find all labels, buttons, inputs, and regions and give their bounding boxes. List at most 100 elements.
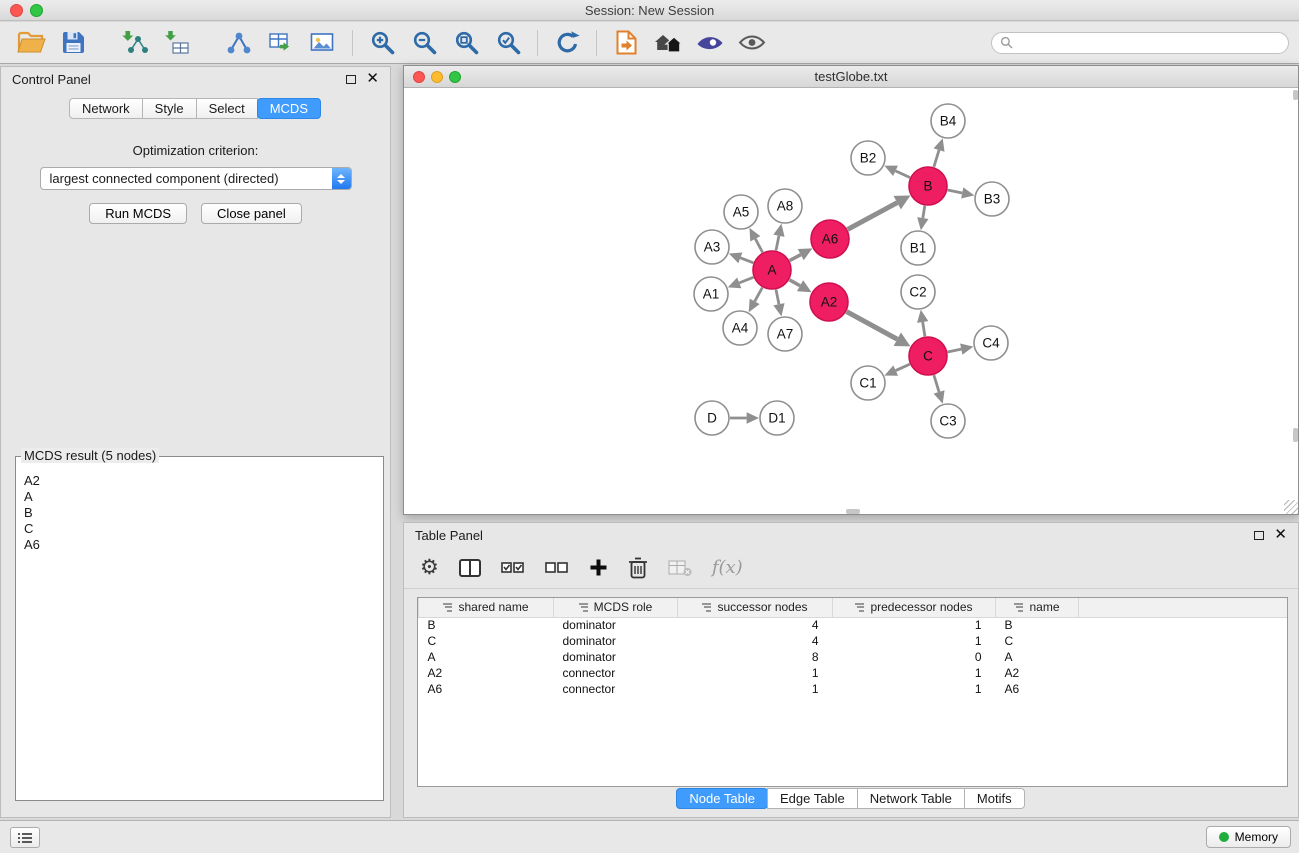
window-resize-grip[interactable] — [1284, 500, 1298, 514]
edge-A-A6[interactable] — [790, 255, 801, 261]
cell-successor-nodes[interactable]: 1 — [678, 665, 833, 681]
float-table-panel-icon[interactable] — [1254, 531, 1264, 540]
graph-node-C4[interactable]: C4 — [974, 326, 1008, 360]
network-minimize-button[interactable] — [431, 71, 443, 83]
cell-mcds-role[interactable]: connector — [554, 665, 678, 681]
graph-node-A1[interactable]: A1 — [694, 277, 728, 311]
edge-A6-B[interactable] — [848, 203, 898, 230]
tab-mcds[interactable]: MCDS — [257, 98, 321, 119]
cell-name[interactable]: B — [996, 617, 1079, 633]
cell-shared-name[interactable]: A2 — [419, 665, 554, 681]
cell-shared-name[interactable]: B — [419, 617, 554, 633]
memory-button[interactable]: Memory — [1206, 826, 1291, 848]
edge-A-A5[interactable] — [755, 239, 762, 253]
edge-B-B4[interactable] — [934, 150, 939, 167]
open-session-button[interactable] — [10, 25, 52, 61]
table-row[interactable]: A6connector11A6 — [419, 681, 1288, 697]
tab-network[interactable]: Network — [69, 98, 143, 119]
graph-node-B1[interactable]: B1 — [901, 231, 935, 265]
graph-node-A8[interactable]: A8 — [768, 189, 802, 223]
table-row[interactable]: A2connector11A2 — [419, 665, 1288, 681]
tab-node-table[interactable]: Node Table — [676, 788, 768, 809]
create-column-button[interactable] — [589, 553, 608, 583]
tab-motifs[interactable]: Motifs — [964, 788, 1025, 809]
edge-A-A2[interactable] — [789, 280, 800, 286]
cell-mcds-role[interactable]: dominator — [554, 617, 678, 633]
cell-name[interactable]: A — [996, 649, 1079, 665]
graph-node-A2[interactable]: A2 — [810, 283, 848, 321]
refresh-view-button[interactable] — [546, 25, 588, 61]
tab-network-table[interactable]: Network Table — [857, 788, 965, 809]
edge-B-B1[interactable] — [923, 206, 925, 218]
graph-node-A5[interactable]: A5 — [724, 195, 758, 229]
network-canvas[interactable]: B4B2BB3A5A8A6B1A3AC2A1A2A4A7C4CC1C3DD1 — [404, 88, 1298, 514]
delete-column-button[interactable] — [628, 553, 648, 583]
edge-A-A8[interactable] — [776, 236, 779, 251]
edge-A2-C[interactable] — [847, 312, 898, 340]
task-history-button[interactable] — [10, 827, 40, 848]
graph-node-A[interactable]: A — [753, 251, 791, 289]
edge-C-C4[interactable] — [948, 349, 962, 352]
cell-predecessor-nodes[interactable]: 1 — [833, 665, 996, 681]
delete-table-button[interactable] — [668, 553, 692, 583]
edge-A-A4[interactable] — [755, 288, 763, 302]
zoom-out-button[interactable] — [403, 25, 445, 61]
home-button[interactable] — [647, 25, 689, 61]
cell-predecessor-nodes[interactable]: 1 — [833, 681, 996, 697]
edge-A-A7[interactable] — [776, 290, 779, 305]
column-header-successor-nodes[interactable]: successor nodes — [678, 598, 833, 617]
edge-B-B2[interactable] — [896, 171, 910, 178]
edge-C-C1[interactable] — [896, 364, 910, 370]
close-panel-button[interactable]: Close panel — [201, 203, 302, 224]
cell-predecessor-nodes[interactable]: 1 — [833, 633, 996, 649]
edge-A-A1[interactable] — [739, 277, 753, 283]
float-panel-icon[interactable] — [346, 75, 356, 84]
table-row[interactable]: Bdominator41B — [419, 617, 1288, 633]
network-window-titlebar[interactable]: testGlobe.txt — [404, 66, 1298, 88]
cell-name[interactable]: A2 — [996, 665, 1079, 681]
column-header-shared-name[interactable]: shared name — [419, 598, 554, 617]
vertical-scrollbar-thumb-top[interactable] — [1293, 90, 1298, 100]
zoom-in-button[interactable] — [361, 25, 403, 61]
cell-predecessor-nodes[interactable]: 1 — [833, 617, 996, 633]
search-input[interactable] — [1018, 35, 1280, 50]
cell-shared-name[interactable]: C — [419, 633, 554, 649]
cell-mcds-role[interactable]: connector — [554, 681, 678, 697]
graph-node-D1[interactable]: D1 — [760, 401, 794, 435]
cell-shared-name[interactable]: A — [419, 649, 554, 665]
graph-node-B[interactable]: B — [909, 167, 947, 205]
table-row[interactable]: Cdominator41C — [419, 633, 1288, 649]
zoom-fit-button[interactable] — [445, 25, 487, 61]
edge-A-A3[interactable] — [740, 258, 753, 263]
graph-node-A7[interactable]: A7 — [768, 317, 802, 351]
export-network-button[interactable] — [218, 25, 260, 61]
horizontal-scrollbar-thumb[interactable] — [846, 509, 860, 514]
edge-C-C2[interactable] — [923, 322, 925, 336]
cell-successor-nodes[interactable]: 1 — [678, 681, 833, 697]
graph-node-B2[interactable]: B2 — [851, 141, 885, 175]
close-panel-icon[interactable]: ✕ — [366, 74, 379, 84]
graph-node-C3[interactable]: C3 — [931, 404, 965, 438]
tab-edge-table[interactable]: Edge Table — [767, 788, 858, 809]
show-hide-details-button[interactable] — [731, 25, 773, 61]
close-table-panel-icon[interactable]: ✕ — [1274, 530, 1287, 540]
graph-node-A3[interactable]: A3 — [695, 230, 729, 264]
edge-B-B3[interactable] — [948, 190, 963, 193]
graph-node-A6[interactable]: A6 — [811, 220, 849, 258]
export-image-button[interactable] — [302, 25, 344, 61]
show-columns-button[interactable] — [459, 553, 481, 583]
import-network-button[interactable] — [114, 25, 156, 61]
cell-name[interactable]: C — [996, 633, 1079, 649]
cell-successor-nodes[interactable]: 8 — [678, 649, 833, 665]
open-network-file-button[interactable] — [605, 25, 647, 61]
network-close-button[interactable] — [413, 71, 425, 83]
graph-node-C2[interactable]: C2 — [901, 275, 935, 309]
cell-mcds-role[interactable]: dominator — [554, 649, 678, 665]
column-header-predecessor-nodes[interactable]: predecessor nodes — [833, 598, 996, 617]
graph-node-D[interactable]: D — [695, 401, 729, 435]
cell-mcds-role[interactable]: dominator — [554, 633, 678, 649]
export-table-button[interactable] — [260, 25, 302, 61]
titlebar[interactable]: Session: New Session — [0, 0, 1299, 21]
apply-style-button[interactable] — [689, 25, 731, 61]
graph-node-C[interactable]: C — [909, 337, 947, 375]
